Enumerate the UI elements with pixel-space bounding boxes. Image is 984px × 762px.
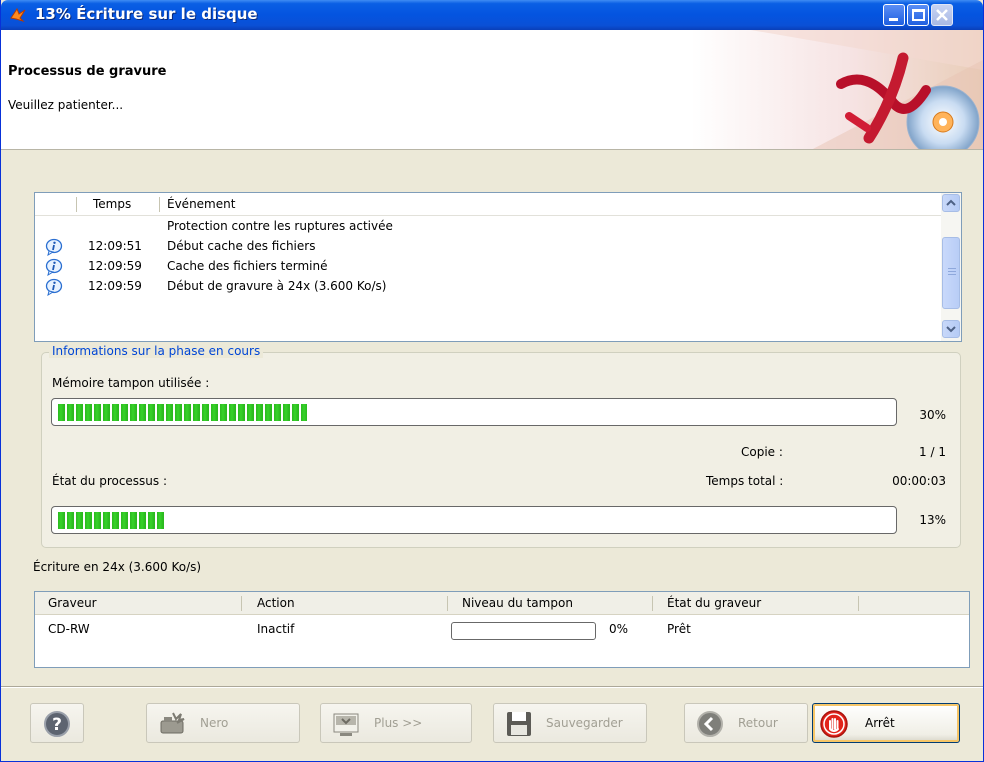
stop-button[interactable]: Arrêt (812, 703, 960, 743)
more-button[interactable]: Plus >> (320, 703, 472, 743)
phase-info-legend: Informations sur la phase en cours (49, 344, 264, 358)
recorder-buffer-percent: 0% (609, 622, 629, 636)
nero-icon (160, 712, 185, 734)
chevron-up-icon (946, 199, 956, 206)
column-separator (159, 197, 160, 212)
close-button (931, 4, 953, 26)
copy-label: Copie : (741, 445, 783, 459)
more-icon (333, 713, 359, 736)
event-time: 12:09:59 (88, 259, 142, 273)
buffer-progress-fill (58, 404, 307, 421)
write-speed-status: Écriture en 24x (3.600 Ko/s) (33, 560, 202, 574)
nero-button[interactable]: Nero (146, 703, 300, 743)
page-subtitle: Veuillez patienter... (8, 98, 124, 112)
help-icon: ? (44, 711, 70, 737)
event-log-scrollbar[interactable] (941, 193, 961, 341)
event-message: Cache des fichiers terminé (167, 259, 328, 273)
column-separator (652, 596, 653, 611)
back-button-label: Retour (738, 716, 778, 730)
column-separator (858, 596, 859, 611)
info-icon (45, 278, 63, 296)
help-button[interactable]: ? (30, 703, 84, 743)
column-separator (76, 197, 77, 212)
scroll-grip (948, 271, 956, 272)
event-message: Début de gravure à 24x (3.600 Ko/s) (167, 279, 387, 293)
stop-button-label: Arrêt (865, 716, 895, 730)
event-row[interactable]: 12:09:51 Début cache des fichiers (35, 237, 941, 257)
event-row[interactable]: Protection contre les ruptures activée (35, 217, 941, 237)
copy-value: 1 / 1 (919, 445, 946, 459)
nero-button-label: Nero (200, 716, 229, 730)
header-panel: Processus de gravure Veuillez patienter.… (1, 30, 983, 150)
info-icon (45, 258, 63, 276)
recorder-name[interactable]: CD-RW (48, 622, 90, 636)
recorder-action: Inactif (257, 622, 295, 636)
event-row[interactable]: 12:09:59 Cache des fichiers terminé (35, 257, 941, 277)
maximize-button[interactable] (907, 4, 929, 26)
column-separator (447, 596, 448, 611)
column-header-recorder-state[interactable]: État du graveur (667, 596, 761, 610)
event-log-header: Temps Événement (35, 193, 941, 216)
scroll-grip (948, 268, 956, 269)
window-title: 13% Écriture sur le disque (35, 5, 258, 23)
chevron-down-icon (946, 326, 956, 333)
nero-app-icon (10, 7, 26, 23)
buffer-progress-bar (51, 398, 897, 426)
event-message: Protection contre les ruptures activée (167, 219, 393, 233)
buffer-label: Mémoire tampon utilisée : (52, 376, 210, 390)
more-button-label: Plus >> (374, 716, 423, 730)
info-icon (45, 238, 63, 256)
event-time: 12:09:59 (88, 279, 142, 293)
event-row[interactable]: 12:09:59 Début de gravure à 24x (3.600 K… (35, 277, 941, 297)
floppy-icon (507, 712, 531, 736)
back-button[interactable]: Retour (684, 703, 808, 743)
event-log-list[interactable]: Temps Événement Protection contre les ru… (34, 192, 962, 342)
column-header-action[interactable]: Action (257, 596, 295, 610)
scroll-up-button[interactable] (942, 194, 960, 212)
recorder-table-header: Graveur Action Niveau du tampon État du … (35, 592, 969, 615)
title-bar[interactable]: 13% Écriture sur le disque (1, 0, 983, 30)
total-time-label: Temps total : (706, 474, 784, 488)
burn-process-window: 13% Écriture sur le disque Processus de … (0, 0, 984, 762)
process-percent: 13% (919, 513, 946, 527)
column-separator (241, 596, 242, 611)
event-time: 12:09:51 (88, 239, 142, 253)
scroll-grip (948, 274, 956, 275)
minimize-button[interactable] (883, 4, 905, 26)
recorder-state: Prêt (667, 622, 691, 636)
footer-divider (1, 686, 983, 688)
column-header-time[interactable]: Temps (93, 197, 131, 211)
process-progress-bar (51, 506, 897, 534)
nero-logo (691, 30, 983, 149)
buffer-percent: 30% (919, 408, 946, 422)
stop-hand-icon (820, 710, 848, 738)
scroll-thumb[interactable] (942, 237, 960, 309)
column-header-event[interactable]: Événement (167, 197, 235, 211)
column-header-recorder[interactable]: Graveur (48, 596, 97, 610)
recorder-buffer-bar (451, 622, 596, 640)
save-button[interactable]: Sauvegarder (493, 703, 647, 743)
recorder-table[interactable]: Graveur Action Niveau du tampon État du … (34, 591, 970, 668)
svg-text:?: ? (52, 715, 62, 735)
total-time-value: 00:00:03 (892, 474, 946, 488)
save-button-label: Sauvegarder (546, 716, 623, 730)
back-arrow-icon (697, 711, 723, 737)
column-header-buffer-level[interactable]: Niveau du tampon (462, 596, 573, 610)
process-progress-fill (58, 512, 166, 529)
scroll-down-button[interactable] (942, 320, 960, 338)
process-state-label: État du processus : (52, 474, 168, 488)
page-title: Processus de gravure (8, 64, 167, 79)
close-icon (936, 9, 948, 21)
event-message: Début cache des fichiers (167, 239, 316, 253)
